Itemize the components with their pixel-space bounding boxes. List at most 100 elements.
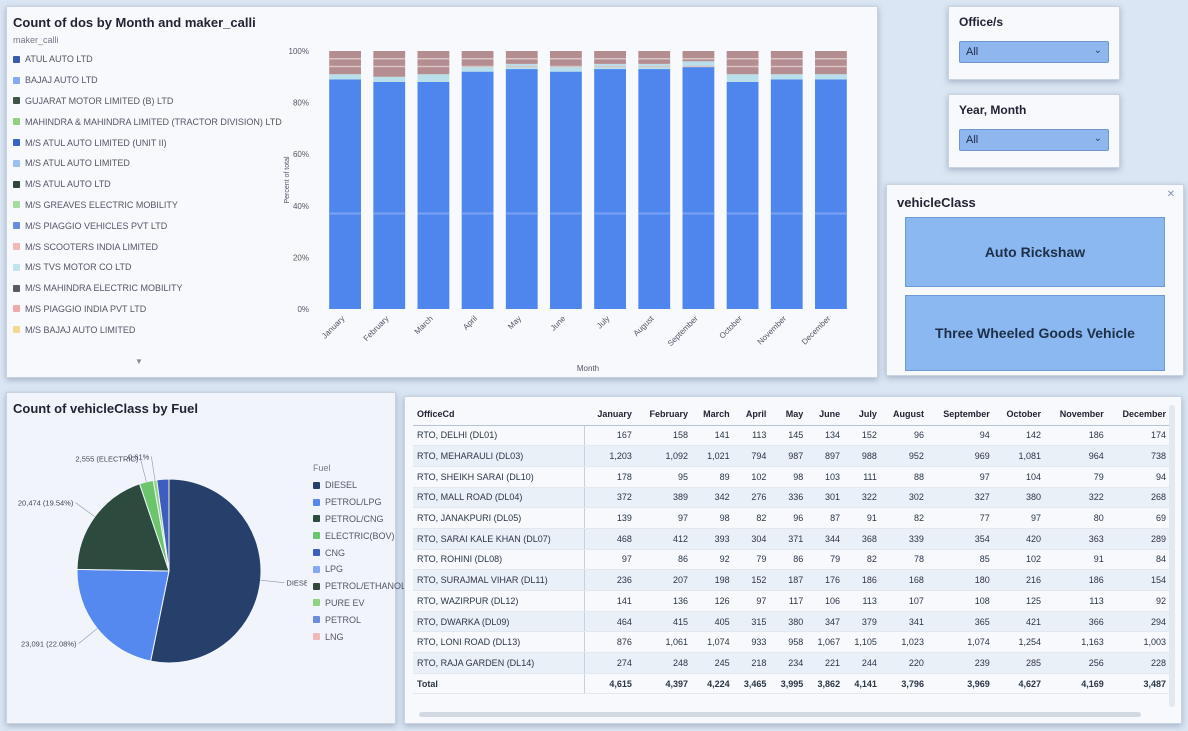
pie-leader-line xyxy=(151,456,156,481)
pie-legend-item[interactable]: CNG xyxy=(313,544,406,561)
bar-segment[interactable] xyxy=(505,69,538,309)
table-cell: 117 xyxy=(770,590,808,612)
column-header[interactable]: October xyxy=(993,403,1046,426)
bar-segment[interactable] xyxy=(461,71,494,309)
legend-swatch xyxy=(313,549,320,557)
bar-segment[interactable] xyxy=(682,61,715,67)
column-header[interactable]: OfficeCd xyxy=(413,403,585,426)
column-header[interactable]: April xyxy=(733,403,771,426)
bar-segment[interactable] xyxy=(417,74,450,82)
legend-item[interactable]: GUJARAT MOTOR LIMITED (B) LTD xyxy=(13,91,282,112)
bar-segment[interactable] xyxy=(505,51,538,64)
pie-legend-item[interactable]: PETROL xyxy=(313,611,406,628)
legend-item[interactable]: BAJAJ AUTO LTD xyxy=(13,70,282,91)
bar-segment[interactable] xyxy=(417,51,450,75)
row-header: RTO, DELHI (DL01) xyxy=(413,425,586,447)
legend-item[interactable]: ATUL AUTO LTD xyxy=(13,49,282,70)
bar-segment[interactable] xyxy=(770,51,803,75)
bar-segment[interactable] xyxy=(770,79,803,309)
bar-segment[interactable] xyxy=(726,81,759,310)
legend-item[interactable]: M/S BAJAJ AUTO LIMITED xyxy=(13,319,282,340)
table-cell: 1,081 xyxy=(993,445,1046,467)
column-header[interactable]: May xyxy=(770,403,808,426)
bar-segment[interactable] xyxy=(329,74,361,80)
legend-scroll-arrow[interactable]: ▼ xyxy=(135,357,143,366)
table-cell: 152 xyxy=(733,569,771,591)
bar-segment[interactable] xyxy=(550,66,582,72)
bar-segment[interactable] xyxy=(726,74,759,82)
bar-segment[interactable] xyxy=(373,81,406,310)
legend-item[interactable]: M/S MAHINDRA ELECTRIC MOBILITY xyxy=(13,278,282,299)
column-header[interactable]: March xyxy=(691,403,734,426)
legend-item[interactable]: M/S ATUL AUTO LIMITED xyxy=(13,153,282,174)
tile-three-wheeled-goods[interactable]: Three Wheeled Goods Vehicle xyxy=(905,295,1165,371)
chevron-down-icon: ⌄ xyxy=(1093,133,1102,144)
x-tick-label: July xyxy=(595,314,611,330)
legend-item[interactable]: M/S PIAGGIO VEHICLES PVT LTD xyxy=(13,215,282,236)
x-tick-label: April xyxy=(461,314,479,332)
total-label: Total xyxy=(413,672,586,695)
pie-legend-item[interactable]: LNG xyxy=(313,628,406,645)
legend-item[interactable]: M/S ATUL AUTO LTD xyxy=(13,174,282,195)
column-header[interactable]: September xyxy=(927,403,994,426)
legend-label: ELECTRIC(BOV) xyxy=(325,530,395,541)
bar-segment[interactable] xyxy=(815,79,847,309)
column-header[interactable]: February xyxy=(635,403,692,426)
close-icon[interactable]: ✕ xyxy=(1167,189,1175,200)
horizontal-scrollbar[interactable] xyxy=(419,712,1141,717)
legend-swatch xyxy=(313,498,320,506)
bar-segment[interactable] xyxy=(550,71,582,309)
column-header[interactable]: December xyxy=(1107,403,1170,426)
pie-legend-item[interactable]: LPG xyxy=(313,561,406,578)
legend-item[interactable]: M/S PIAGGIO INDIA PVT LTD xyxy=(13,299,282,320)
table-cell: 92 xyxy=(1107,590,1170,612)
table-cell: 97 xyxy=(733,590,771,612)
table-cell: 178 xyxy=(584,466,636,488)
column-header[interactable]: August xyxy=(880,403,928,426)
table-cell: 78 xyxy=(880,549,928,571)
bar-segment[interactable] xyxy=(682,66,715,309)
month-slicer-dropdown[interactable]: All ⌄ xyxy=(959,129,1109,151)
bar-segment[interactable] xyxy=(594,51,626,64)
bar-segment[interactable] xyxy=(682,51,715,62)
pie-legend-item[interactable]: PETROL/ETHANOL xyxy=(313,578,406,595)
pie-legend-item[interactable]: DIESEL xyxy=(313,477,406,494)
tile-auto-rickshaw[interactable]: Auto Rickshaw xyxy=(905,217,1165,287)
office-slicer-dropdown[interactable]: All ⌄ xyxy=(959,41,1109,63)
vertical-scrollbar[interactable] xyxy=(1169,405,1175,707)
legend-item[interactable]: M/S TVS MOTOR CO LTD xyxy=(13,257,282,278)
legend-item[interactable]: M/S GREAVES ELECTRIC MOBILITY xyxy=(13,195,282,216)
column-header[interactable]: November xyxy=(1045,403,1108,426)
table-cell: 89 xyxy=(691,466,734,488)
bar-segment[interactable] xyxy=(461,66,494,72)
bar-segment[interactable] xyxy=(726,51,759,75)
column-header[interactable]: June xyxy=(807,403,845,426)
pie-legend-item[interactable]: ELECTRIC(BOV) xyxy=(313,527,406,544)
bar-segment[interactable] xyxy=(638,69,671,309)
bar-segment[interactable] xyxy=(638,51,671,64)
bar-segment[interactable] xyxy=(815,51,847,75)
column-header[interactable]: January xyxy=(584,403,636,426)
table-cell: 289 xyxy=(1107,528,1170,550)
office-slicer[interactable]: Office/s All ⌄ xyxy=(948,6,1120,80)
bar-segment[interactable] xyxy=(373,51,406,77)
x-tick-label: December xyxy=(800,314,833,347)
pie-legend-item[interactable]: PETROL/LPG xyxy=(313,494,406,511)
bar-segment[interactable] xyxy=(594,69,626,309)
legend-item[interactable]: M/S SCOOTERS INDIA LIMITED xyxy=(13,236,282,257)
pie-legend-item[interactable]: PURE EV xyxy=(313,595,406,612)
x-tick-label: August xyxy=(632,314,657,339)
bar-segment[interactable] xyxy=(417,81,450,310)
month-slicer[interactable]: Year, Month All ⌄ xyxy=(948,94,1120,168)
bar-segment[interactable] xyxy=(329,51,361,75)
bar-segment[interactable] xyxy=(770,74,803,80)
legend-item[interactable]: M/S ATUL AUTO LIMITED (UNIT II) xyxy=(13,132,282,153)
table-cell: 1,021 xyxy=(691,445,734,467)
bar-segment[interactable] xyxy=(373,76,406,82)
bar-segment[interactable] xyxy=(329,79,361,309)
month-slicer-label: Year, Month xyxy=(959,103,1027,117)
pie-legend-item[interactable]: PETROL/CNG xyxy=(313,511,406,528)
legend-item[interactable]: MAHINDRA & MAHINDRA LIMITED (TRACTOR DIV… xyxy=(13,111,282,132)
column-header[interactable]: July xyxy=(844,403,881,426)
bar-segment[interactable] xyxy=(815,74,847,80)
